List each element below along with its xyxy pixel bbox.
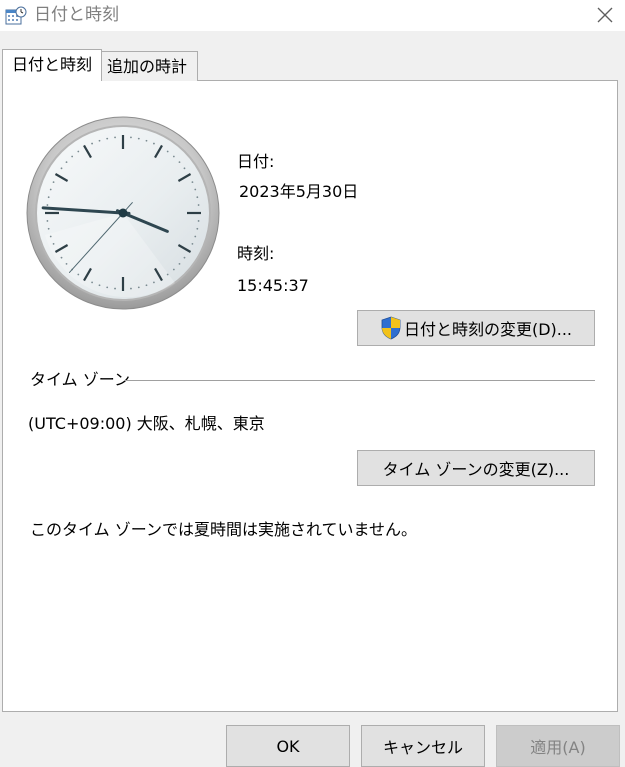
clock-minute-dot (196, 196, 199, 199)
clock-minute-dot (49, 188, 52, 191)
clock-minute-dot (106, 137, 109, 140)
clock-minute-dot (197, 220, 200, 222)
clock-minute-dot (52, 181, 55, 183)
title-bar: 日付と時刻 (0, 0, 625, 31)
change-date-time-button[interactable]: 日付と時刻の変更(D)... (357, 310, 595, 346)
timezone-section-title: タイム ゾーン (30, 370, 130, 389)
clock-minute-dot (130, 287, 132, 290)
clock-minute-dot (197, 204, 200, 206)
clock-minute-dot (137, 137, 140, 140)
clock-minute-dot (60, 167, 63, 170)
window-title: 日付と時刻 (34, 5, 119, 25)
time-label: 時刻: (237, 244, 275, 263)
clock-minute-dot (114, 287, 116, 290)
clock-minute-dot (178, 262, 181, 265)
tab-panel: 日付: 2023年5月30日 時刻: 15:45:37 日付と時刻の変更(D).… (2, 80, 618, 712)
clock-minute-dot (71, 155, 74, 158)
clock-minute-dot (137, 286, 140, 289)
clock-minute-dot (145, 139, 148, 142)
tab-additional-clocks[interactable]: 追加の時計 (102, 51, 198, 81)
timezone-value: (UTC+09:00) 大阪、札幌、東京 (28, 414, 265, 433)
clock-minute-dot (65, 262, 68, 265)
date-label: 日付: (237, 152, 275, 171)
clock-minute-dot (194, 235, 197, 238)
clock-minute-dot (194, 188, 197, 191)
change-timezone-button[interactable]: タイム ゾーンの変更(Z)... (357, 450, 595, 486)
clock-minute-dot (172, 268, 175, 271)
clock-minute-dot (166, 150, 169, 153)
clock-minute-dot (77, 273, 80, 276)
clock-minute-dot (46, 220, 49, 222)
calendar-clock-icon (5, 6, 27, 25)
clock-minute-dot (183, 256, 186, 259)
clock-minute-dot (130, 136, 132, 139)
time-value: 15:45:37 (237, 276, 309, 295)
clock-minute-dot (145, 284, 148, 287)
ok-button[interactable]: OK (226, 725, 350, 767)
tab-date-and-time[interactable]: 日付と時刻 (2, 49, 102, 81)
clock-minute-dot (91, 142, 93, 145)
clock-minute-dot (191, 181, 194, 183)
clock-minute-dot (91, 281, 93, 284)
clock-minute-dot (65, 161, 68, 164)
apply-button[interactable]: 適用(A) (496, 725, 620, 767)
clock-minute-dot (52, 243, 55, 245)
analog-clock (26, 116, 220, 310)
clock-minute-dot (191, 243, 194, 245)
change-timezone-label: タイム ゾーンの変更(Z)... (382, 460, 570, 479)
clock-minute-dot (196, 227, 199, 230)
clock-minute-dot (114, 136, 116, 139)
clock-minute-dot (106, 286, 109, 289)
clock-minute-dot (172, 155, 175, 158)
clock-minute-dot (47, 196, 50, 199)
timezone-divider (124, 380, 595, 381)
clock-minute-dot (49, 235, 52, 238)
clock-minute-dot (47, 227, 50, 230)
uac-shield-icon (381, 316, 401, 340)
date-value: 2023年5月30日 (239, 182, 359, 201)
close-button[interactable] (590, 2, 620, 28)
clock-minute-dot (77, 150, 80, 153)
clock-minute-dot (178, 161, 181, 164)
clock-minute-dot (46, 204, 49, 206)
clock-minute-dot (166, 273, 169, 276)
close-icon (597, 7, 613, 23)
tab-strip: 日付と時刻 追加の時計 (0, 31, 625, 81)
cancel-button[interactable]: キャンセル (361, 725, 485, 767)
clock-minute-dot (98, 139, 101, 142)
clock-minute-dot (153, 281, 155, 284)
change-date-time-label: 日付と時刻の変更(D)... (403, 320, 573, 339)
clock-minute-dot (183, 167, 186, 170)
clock-minute-dot (98, 284, 101, 287)
dst-note: このタイム ゾーンでは夏時間は実施されていません。 (30, 520, 418, 539)
clock-center-pin (118, 208, 128, 218)
clock-minute-dot (60, 256, 63, 259)
clock-minute-dot (153, 142, 155, 145)
